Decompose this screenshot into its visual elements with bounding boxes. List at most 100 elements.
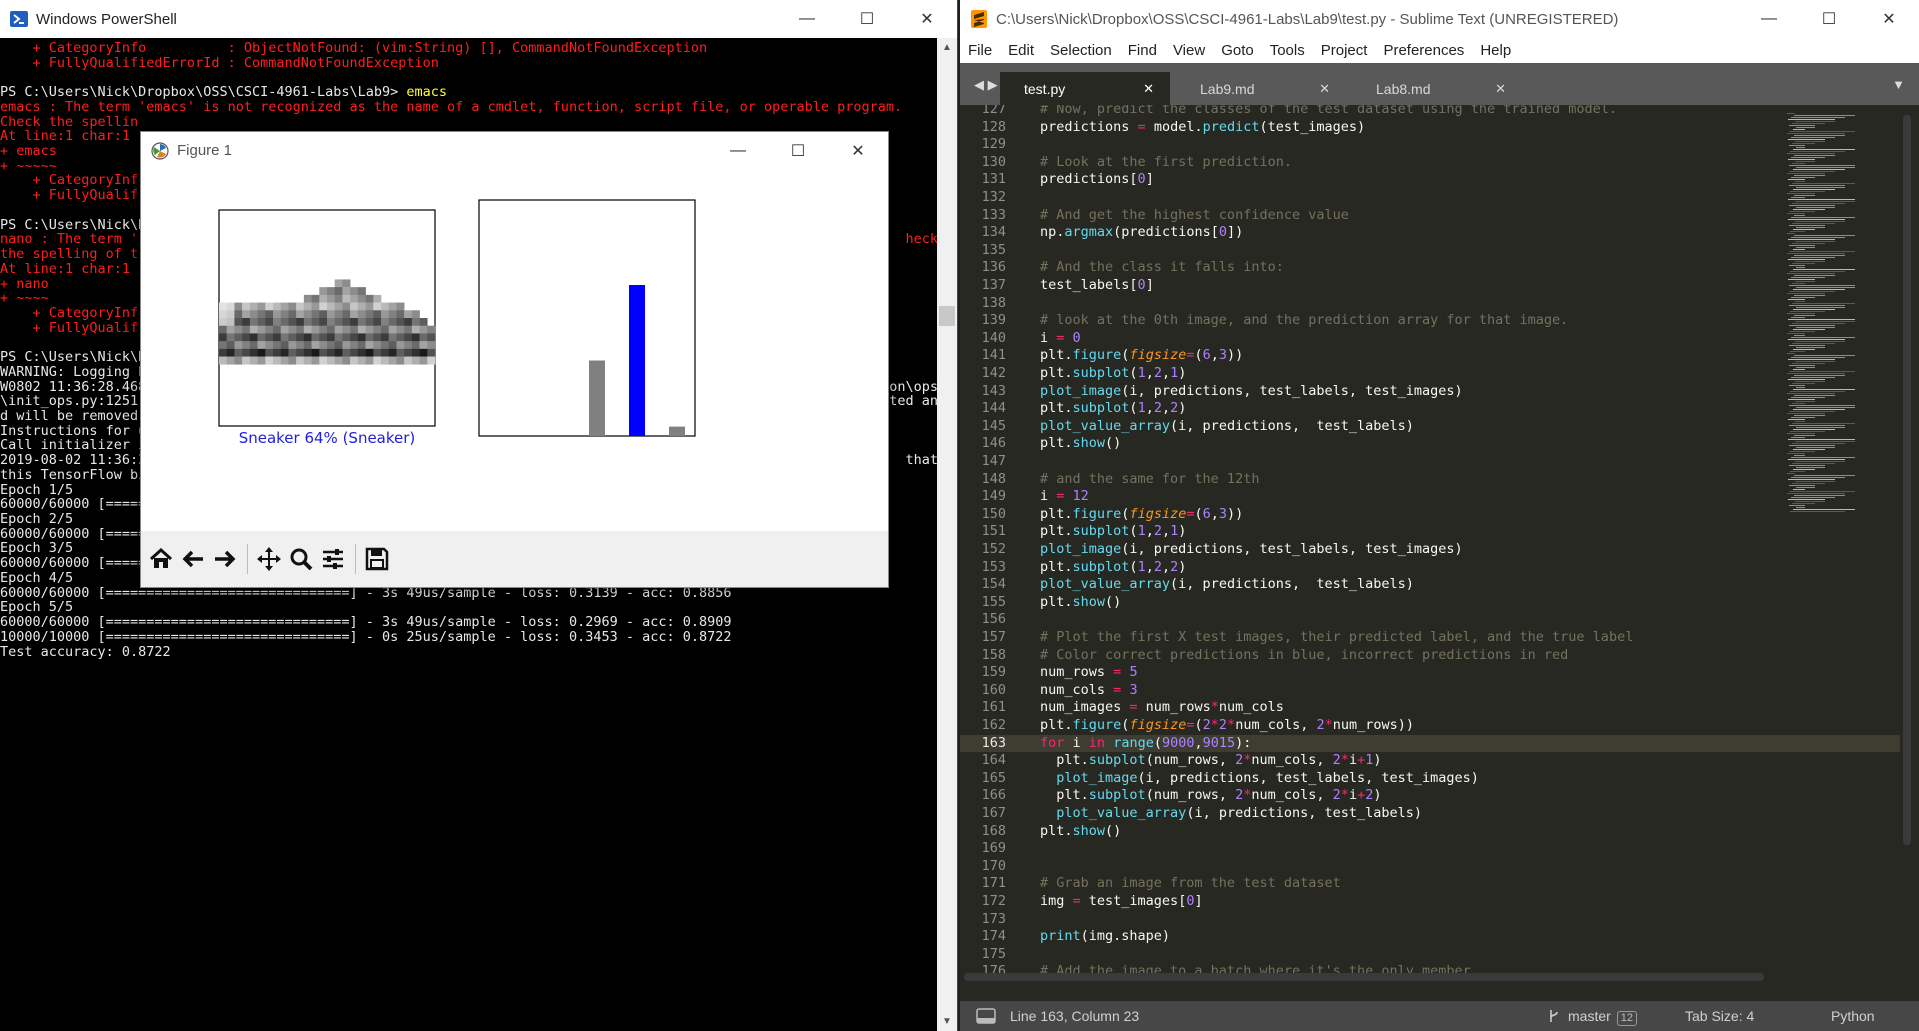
close-button[interactable]: ✕	[1859, 0, 1919, 38]
prediction-caption: Sneaker 64% (Sneaker)	[239, 429, 416, 447]
code-line[interactable]: plot_image(i, predictions, test_labels, …	[1040, 770, 1479, 788]
code-editor[interactable]: 127 # Now, predict the classes of the tes…	[960, 105, 1919, 985]
figure-canvas[interactable]: Sneaker 64% (Sneaker)	[141, 169, 888, 531]
code-line[interactable]: plt.subplot(1,2,1)	[1040, 365, 1186, 383]
minimize-button[interactable]: —	[708, 132, 768, 169]
close-tab-icon[interactable]: ✕	[1143, 81, 1154, 97]
close-tab-icon[interactable]: ✕	[1495, 81, 1506, 97]
editor-horizontal-scrollbar[interactable]	[964, 973, 1764, 981]
powershell-scrollbar[interactable]: ▲ ▼	[937, 38, 957, 1031]
code-line[interactable]: # And get the highest confidence value	[1040, 207, 1349, 225]
code-line[interactable]: i = 12	[1040, 488, 1089, 506]
code-line[interactable]: plot_value_array(i, predictions, test_la…	[1040, 418, 1414, 436]
code-line[interactable]: # and the same for the 12th	[1040, 471, 1259, 489]
pan-icon[interactable]	[253, 542, 285, 576]
code-line[interactable]: plt.subplot(num_rows, 2*num_cols, 2*i+1)	[1040, 752, 1381, 770]
code-line[interactable]: # Look at the first prediction.	[1040, 154, 1292, 172]
tab-lab9-md[interactable]: Lab9.md ✕	[1176, 72, 1346, 105]
code-line[interactable]: num_rows = 5	[1040, 664, 1138, 682]
tab-overflow-chevron-icon[interactable]: ▼	[1892, 77, 1905, 92]
code-line[interactable]: # And the class it falls into:	[1040, 259, 1284, 277]
code-line[interactable]: plt.show()	[1040, 823, 1121, 841]
console-line: Test accuracy: 0.8722	[0, 643, 171, 660]
code-line[interactable]: plt.subplot(num_rows, 2*num_cols, 2*i+2)	[1040, 787, 1381, 805]
close-button[interactable]: ✕	[828, 132, 888, 169]
save-icon[interactable]	[361, 542, 393, 576]
code-line[interactable]: test_labels[0]	[1040, 277, 1154, 295]
code-line[interactable]: plot_value_array(i, predictions, test_la…	[1040, 576, 1414, 594]
home-icon[interactable]	[145, 542, 177, 576]
tab-lab8-md[interactable]: Lab8.md ✕	[1352, 72, 1522, 105]
minimize-button[interactable]: —	[777, 0, 837, 38]
code-line[interactable]: # Color correct predictions in blue, inc…	[1040, 647, 1568, 665]
maximize-button[interactable]: ☐	[837, 0, 897, 38]
code-line[interactable]: num_images = num_rows*num_cols	[1040, 699, 1284, 717]
code-line[interactable]: plt.figure(figsize=(6,3))	[1040, 506, 1243, 524]
code-line[interactable]: # Now, predict the classes of the test d…	[1040, 105, 1617, 119]
menu-item-find[interactable]: Find	[1120, 42, 1165, 59]
code-line[interactable]: num_cols = 3	[1040, 682, 1138, 700]
maximize-button[interactable]: ☐	[768, 132, 828, 169]
code-line[interactable]: for i in range(9000,9015):	[1040, 735, 1251, 753]
code-line[interactable]: plot_image(i, predictions, test_labels, …	[1040, 383, 1463, 401]
zoom-icon[interactable]	[285, 542, 317, 576]
code-line[interactable]: # look at the 0th image, and the predict…	[1040, 312, 1568, 330]
menu-item-selection[interactable]: Selection	[1042, 42, 1120, 59]
code-line[interactable]: print(img.shape)	[1040, 928, 1170, 946]
menu-item-help[interactable]: Help	[1472, 42, 1519, 59]
forward-icon[interactable]	[209, 542, 241, 576]
code-line[interactable]: i = 0	[1040, 330, 1081, 348]
tab-test-py[interactable]: test.py ✕	[1000, 72, 1170, 105]
tab-nav-arrows-icon[interactable]: ◀ ▶	[974, 77, 998, 93]
line-number: 134	[981, 224, 1006, 241]
git-branch[interactable]: master 12	[1568, 1008, 1638, 1026]
matplotlib-figure-window: Figure 1 — ☐ ✕ Sneaker 64% (Sneaker)	[140, 131, 889, 588]
editor-vertical-scrollbar[interactable]	[1903, 115, 1911, 845]
code-line[interactable]: plt.subplot(1,2,2)	[1040, 559, 1186, 577]
code-line[interactable]: predictions = model.predict(test_images)	[1040, 119, 1365, 137]
code-line[interactable]: plt.show()	[1040, 435, 1121, 453]
code-line[interactable]: plt.subplot(1,2,2)	[1040, 400, 1186, 418]
code-line[interactable]: predictions[0]	[1040, 171, 1154, 189]
console-line-tail: that	[905, 452, 938, 469]
sublime-titlebar[interactable]: C:\Users\Nick\Dropbox\OSS\CSCI-4961-Labs…	[960, 0, 1919, 38]
scroll-down-icon[interactable]: ▼	[937, 1016, 957, 1027]
syntax-selector[interactable]: Python	[1831, 1008, 1875, 1024]
close-button[interactable]: ✕	[897, 0, 957, 38]
git-branch-icon	[1548, 1008, 1560, 1027]
code-line[interactable]: plt.figure(figsize=(2*2*num_cols, 2*num_…	[1040, 717, 1414, 735]
line-number: 151	[981, 523, 1006, 540]
line-number: 175	[981, 945, 1006, 962]
line-number: 137	[981, 277, 1006, 293]
code-line[interactable]: # Grab an image from the test dataset	[1040, 875, 1341, 893]
menu-item-file[interactable]: File	[960, 42, 1000, 59]
code-line[interactable]: # Plot the first X test images, their pr…	[1040, 629, 1633, 647]
configure-icon[interactable]	[317, 542, 349, 576]
code-line[interactable]: plot_image(i, predictions, test_labels, …	[1040, 541, 1463, 559]
scroll-up-icon[interactable]: ▲	[937, 42, 957, 53]
menu-item-goto[interactable]: Goto	[1213, 42, 1262, 59]
tab-size[interactable]: Tab Size: 4	[1685, 1008, 1754, 1024]
menu-item-project[interactable]: Project	[1313, 42, 1376, 59]
menu-item-edit[interactable]: Edit	[1000, 42, 1042, 59]
code-line[interactable]: plot_value_array(i, predictions, test_la…	[1040, 805, 1422, 823]
code-line[interactable]: img = test_images[0]	[1040, 893, 1203, 911]
scrollbar-thumb[interactable]	[939, 306, 955, 326]
back-icon[interactable]	[177, 542, 209, 576]
code-line[interactable]: plt.figure(figsize=(6,3))	[1040, 347, 1243, 365]
panel-toggle-icon[interactable]	[976, 1008, 996, 1027]
maximize-button[interactable]: ☐	[1799, 0, 1859, 38]
figure-titlebar[interactable]: Figure 1 — ☐ ✕	[141, 132, 888, 169]
line-number: 166	[981, 787, 1006, 804]
code-line[interactable]: plt.show()	[1040, 594, 1121, 612]
minimap[interactable]	[1783, 105, 1883, 985]
menu-item-view[interactable]: View	[1165, 42, 1213, 59]
code-line[interactable]: np.argmax(predictions[0])	[1040, 224, 1243, 242]
powershell-titlebar[interactable]: Windows PowerShell — ☐ ✕	[0, 0, 957, 38]
code-line[interactable]: plt.subplot(1,2,1)	[1040, 523, 1186, 541]
probability-bar	[589, 360, 605, 436]
minimize-button[interactable]: —	[1739, 0, 1799, 38]
menu-item-tools[interactable]: Tools	[1262, 42, 1313, 59]
close-tab-icon[interactable]: ✕	[1319, 81, 1330, 97]
menu-item-preferences[interactable]: Preferences	[1375, 42, 1472, 59]
